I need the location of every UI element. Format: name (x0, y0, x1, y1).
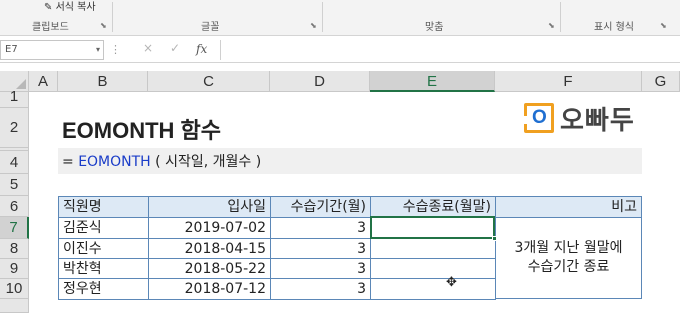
row-header-4[interactable]: 4 (0, 151, 29, 174)
column-header-e[interactable]: E (370, 71, 495, 92)
name-box[interactable]: E7 ▾ (0, 40, 104, 60)
more-icon: ⋮ (110, 43, 122, 56)
table-header-name[interactable]: 직원명 (58, 196, 149, 218)
ribbon-separator (112, 2, 113, 32)
logo-mark-letter: O (532, 107, 547, 128)
table-cell-months[interactable]: 3 (270, 238, 371, 260)
column-header-d[interactable]: D (270, 71, 370, 92)
syntax-prefix: = (62, 154, 79, 170)
column-header-g[interactable]: G (642, 71, 680, 92)
ribbon-group-number: 표시 형식 (594, 22, 634, 33)
formula-bar: E7 ▾ ⋮ × ✓ fx (0, 37, 680, 63)
alignment-launcher-icon[interactable]: ⬊ (548, 21, 555, 30)
table-header-end[interactable]: 수습종료(월말) (370, 196, 496, 218)
row-header-6[interactable]: 6 (0, 196, 29, 217)
note-line-2: 수습기간 종료 (527, 259, 610, 275)
table-cell-date[interactable]: 2018-04-15 (148, 238, 271, 260)
table-cell-name[interactable]: 김준식 (58, 217, 149, 239)
column-header-b[interactable]: B (58, 71, 148, 92)
table-cell-end[interactable] (370, 278, 496, 300)
table-cell-note[interactable]: 3개월 지난 월말에 수습기간 종료 (495, 217, 642, 299)
table-cell-date[interactable]: 2019-07-02 (148, 217, 271, 239)
ribbon-group-clipboard: 클립보드 (32, 22, 69, 33)
ribbon: ✎ 서식 복사 클립보드 ⬊ 글꼴 ⬊ 맞춤 ⬊ 표시 형식 ⬊ (0, 0, 680, 36)
table-header-note[interactable]: 비고 (495, 196, 642, 218)
clipboard-launcher-icon[interactable]: ⬊ (100, 21, 107, 30)
syntax-text[interactable]: = EOMONTH ( 시작일, 개월수 ) (62, 151, 261, 171)
ribbon-group-alignment: 맞춤 (425, 22, 444, 33)
table-cell-months[interactable]: 3 (270, 258, 371, 280)
font-launcher-icon[interactable]: ⬊ (310, 21, 317, 30)
number-launcher-icon[interactable]: ⬊ (660, 21, 667, 30)
row-header-8[interactable]: 8 (0, 239, 29, 259)
insert-function-icon[interactable]: fx (196, 42, 207, 56)
table-cell-name[interactable]: 박찬혁 (58, 258, 149, 280)
column-header-c[interactable]: C (148, 71, 270, 92)
logo-text: 오빠두 (560, 106, 635, 136)
syntax-function-name: EOMONTH (78, 154, 151, 170)
table-cell-date[interactable]: 2018-07-12 (148, 278, 271, 300)
row-header-1[interactable]: 1 (0, 89, 29, 108)
sheet-title[interactable]: EOMONTH 함수 (62, 113, 221, 145)
row-header-9[interactable]: 9 (0, 259, 29, 279)
table-header-date[interactable]: 입사일 (148, 196, 271, 218)
row-header-2[interactable]: 2 (0, 108, 29, 148)
table-cell-end[interactable] (370, 258, 496, 280)
fill-handle[interactable] (492, 236, 497, 241)
cell-cursor-icon: ✥ (446, 275, 457, 290)
row-header-11[interactable] (0, 299, 29, 313)
column-header-a[interactable]: A (29, 71, 58, 92)
note-line-1: 3개월 지난 월말에 (514, 240, 623, 256)
brush-icon: ✎ (44, 2, 53, 13)
row-header-5[interactable]: 5 (0, 174, 29, 196)
ribbon-separator (322, 2, 323, 32)
table-cell-months[interactable]: 3 (270, 217, 371, 239)
row-header-10[interactable]: 10 (0, 279, 29, 299)
table-header-months[interactable]: 수습기간(월) (270, 196, 371, 218)
cancel-icon[interactable]: × (143, 41, 153, 55)
ribbon-group-font: 글꼴 (201, 22, 220, 33)
enter-icon[interactable]: ✓ (170, 41, 180, 55)
table-cell-name[interactable]: 정우현 (58, 278, 149, 300)
active-cell-selection[interactable] (370, 216, 495, 239)
column-header-f[interactable]: F (495, 71, 642, 92)
table-cell-months[interactable]: 3 (270, 278, 371, 300)
syntax-arguments: ( 시작일, 개월수 ) (150, 154, 262, 170)
table-cell-name[interactable]: 이진수 (58, 238, 149, 260)
table-cell-end[interactable] (370, 238, 496, 260)
row-header-7[interactable]: 7 (0, 217, 29, 239)
ribbon-separator (560, 2, 561, 32)
formula-input[interactable] (220, 40, 680, 60)
table-cell-date[interactable]: 2018-05-22 (148, 258, 271, 280)
chevron-down-icon[interactable]: ▾ (96, 45, 100, 54)
format-painter-button[interactable]: ✎ 서식 복사 (44, 0, 96, 13)
